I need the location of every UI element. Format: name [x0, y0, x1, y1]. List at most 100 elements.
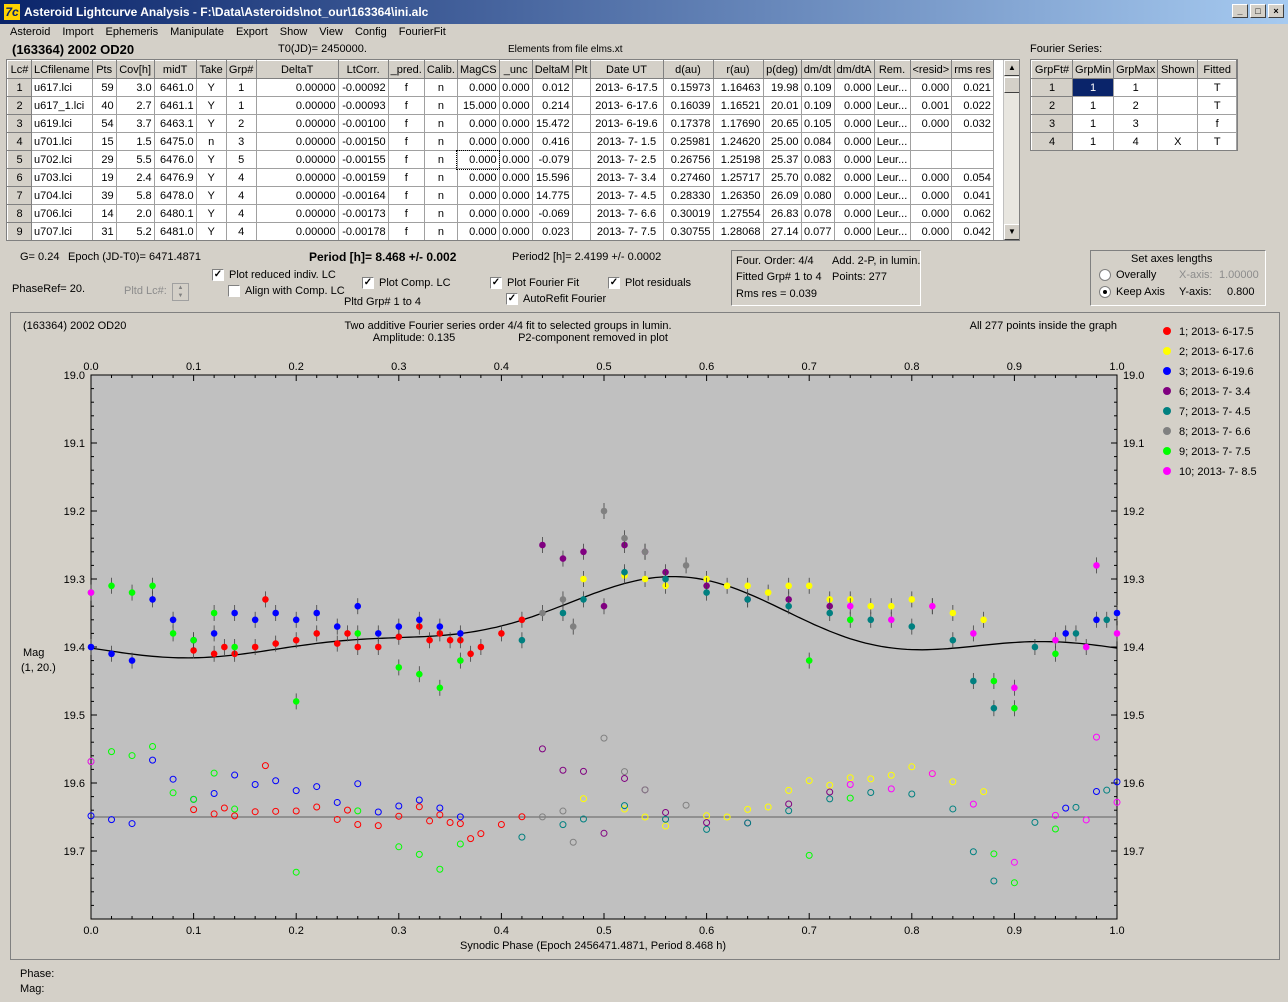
table-cell[interactable]: f — [387, 114, 425, 133]
table-cell[interactable]: 0.00000 — [255, 96, 339, 115]
table-cell[interactable]: 0.000 — [456, 114, 500, 133]
fourier-column-header[interactable]: GrpFt# — [1031, 60, 1074, 79]
table-cell[interactable]: 0.042 — [951, 222, 994, 240]
table-cell[interactable]: 6463.1 — [153, 114, 197, 133]
table-cell[interactable]: Y — [195, 168, 227, 187]
overally-radio[interactable]: Overally — [1099, 269, 1156, 281]
table-cell[interactable]: f — [387, 78, 425, 97]
lc-column-header[interactable]: Pts — [91, 60, 117, 79]
table-cell[interactable]: Leur... — [873, 204, 911, 223]
table-cell[interactable]: 0.15973 — [662, 78, 714, 97]
table-cell[interactable]: Leur... — [873, 114, 911, 133]
plot-residuals-checkbox[interactable]: ✓ Plot residuals — [608, 277, 691, 289]
table-cell[interactable]: 0.021 — [951, 78, 994, 97]
table-cell[interactable]: Leur... — [873, 222, 911, 240]
table-cell[interactable]: 0.062 — [951, 204, 994, 223]
table-cell[interactable]: 0.17378 — [662, 114, 714, 133]
menu-fourierfit[interactable]: FourierFit — [393, 24, 452, 41]
fourier-cell[interactable]: 1 — [1072, 114, 1115, 133]
table-cell[interactable]: Y — [195, 186, 227, 205]
table-cell[interactable]: 0.082 — [800, 168, 835, 187]
table-cell[interactable]: 0.16039 — [662, 96, 714, 115]
fourier-row[interactable]: 414XT — [1031, 132, 1237, 150]
table-cell[interactable]: 2013- 7- 1.5 — [589, 132, 664, 151]
table-cell[interactable]: 0.000 — [833, 222, 875, 240]
table-cell[interactable]: 0.00000 — [255, 204, 339, 223]
table-cell[interactable]: 0.012 — [531, 78, 573, 97]
table-cell[interactable]: f — [387, 186, 425, 205]
table-cell[interactable]: 0.000 — [498, 222, 533, 240]
lc-column-header[interactable]: Rem. — [873, 60, 911, 79]
menu-show[interactable]: Show — [274, 24, 314, 41]
table-cell[interactable]: u617.lci — [31, 78, 93, 97]
table-cell[interactable] — [571, 168, 591, 187]
table-cell[interactable] — [571, 96, 591, 115]
table-cell[interactable]: 6476.9 — [153, 168, 197, 187]
table-cell[interactable]: 0.000 — [456, 204, 500, 223]
table-cell[interactable]: 1 — [7, 78, 32, 97]
table-cell[interactable]: 0.000 — [833, 186, 875, 205]
table-cell[interactable]: 3 — [225, 132, 257, 151]
menu-view[interactable]: View — [313, 24, 349, 41]
table-cell[interactable]: f — [387, 222, 425, 240]
table-cell[interactable]: 2013- 7- 6.6 — [589, 204, 664, 223]
table-cell[interactable]: 0.054 — [951, 168, 994, 187]
table-cell[interactable]: 4 — [225, 204, 257, 223]
lc-column-header[interactable]: Calib. — [423, 60, 458, 79]
table-cell[interactable]: 0.000 — [909, 168, 953, 187]
table-cell[interactable]: 0.000 — [909, 204, 953, 223]
table-cell[interactable]: 0.000 — [498, 186, 533, 205]
table-cell[interactable]: 4 — [225, 222, 257, 240]
table-cell[interactable]: 0.000 — [833, 150, 875, 169]
table-row[interactable]: 8 u706.lci 14 2.0 6480.1 Y 4 0.00000 -0.00173 f n 0… — [7, 204, 994, 223]
table-cell[interactable]: 0.105 — [800, 114, 835, 133]
table-cell[interactable]: 39 — [91, 186, 117, 205]
table-cell[interactable]: 2 — [7, 96, 32, 115]
table-cell[interactable]: 2013- 6-17.6 — [589, 96, 664, 115]
lc-column-header[interactable]: LCfilename — [31, 60, 93, 79]
table-cell[interactable]: u704.lci — [31, 186, 93, 205]
fourier-cell[interactable] — [1157, 78, 1199, 97]
table-cell[interactable]: 5.2 — [115, 222, 155, 240]
table-cell[interactable]: 0.000 — [833, 114, 875, 133]
table-cell[interactable] — [571, 132, 591, 151]
lc-column-header[interactable]: LtCorr. — [337, 60, 389, 79]
table-cell[interactable]: 5.8 — [115, 186, 155, 205]
table-cell[interactable]: 2.0 — [115, 204, 155, 223]
table-cell[interactable]: 7 — [7, 186, 32, 205]
table-cell[interactable]: n — [423, 96, 458, 115]
table-cell[interactable]: 0.30755 — [662, 222, 714, 240]
table-cell[interactable]: 0.00000 — [255, 114, 339, 133]
table-cell[interactable]: 0.084 — [800, 132, 835, 151]
table-cell[interactable]: 0.000 — [498, 168, 533, 187]
lc-column-header[interactable]: Date UT — [589, 60, 664, 79]
fourier-cell[interactable]: 4 — [1113, 132, 1159, 150]
lc-column-header[interactable]: Take — [195, 60, 227, 79]
table-cell[interactable]: 15.000 — [456, 96, 500, 115]
table-cell[interactable]: 0.000 — [456, 186, 500, 205]
table-cell[interactable]: f — [387, 150, 425, 169]
table-cell[interactable]: 20.01 — [762, 96, 802, 115]
table-cell[interactable]: Y — [195, 150, 227, 169]
fourier-column-header[interactable]: GrpMax — [1113, 60, 1159, 79]
keep-axis-radio[interactable]: Keep Axis — [1099, 286, 1165, 298]
table-cell[interactable]: Leur... — [873, 78, 911, 97]
table-cell[interactable]: 0.00000 — [255, 222, 339, 240]
table-cell[interactable]: 0.00000 — [255, 78, 339, 97]
table-cell[interactable]: 8 — [7, 204, 32, 223]
table-cell[interactable]: -0.00155 — [337, 150, 389, 169]
table-cell[interactable]: Leur... — [873, 168, 911, 187]
table-cell[interactable]: 0.000 — [498, 114, 533, 133]
table-cell[interactable]: u701.lci — [31, 132, 93, 151]
table-cell[interactable]: 6476.0 — [153, 150, 197, 169]
table-cell[interactable]: 5 — [225, 150, 257, 169]
table-cell[interactable]: 6461.1 — [153, 96, 197, 115]
table-cell[interactable]: 4 — [7, 132, 32, 151]
table-cell[interactable]: 0.28330 — [662, 186, 714, 205]
table-cell[interactable]: 0.000 — [909, 114, 953, 133]
table-cell[interactable]: 25.00 — [762, 132, 802, 151]
spinner-down-icon[interactable]: ▼ — [173, 292, 188, 300]
menu-ephemeris[interactable]: Ephemeris — [100, 24, 165, 41]
table-cell[interactable]: 0.000 — [498, 204, 533, 223]
table-cell[interactable]: 0.000 — [833, 168, 875, 187]
